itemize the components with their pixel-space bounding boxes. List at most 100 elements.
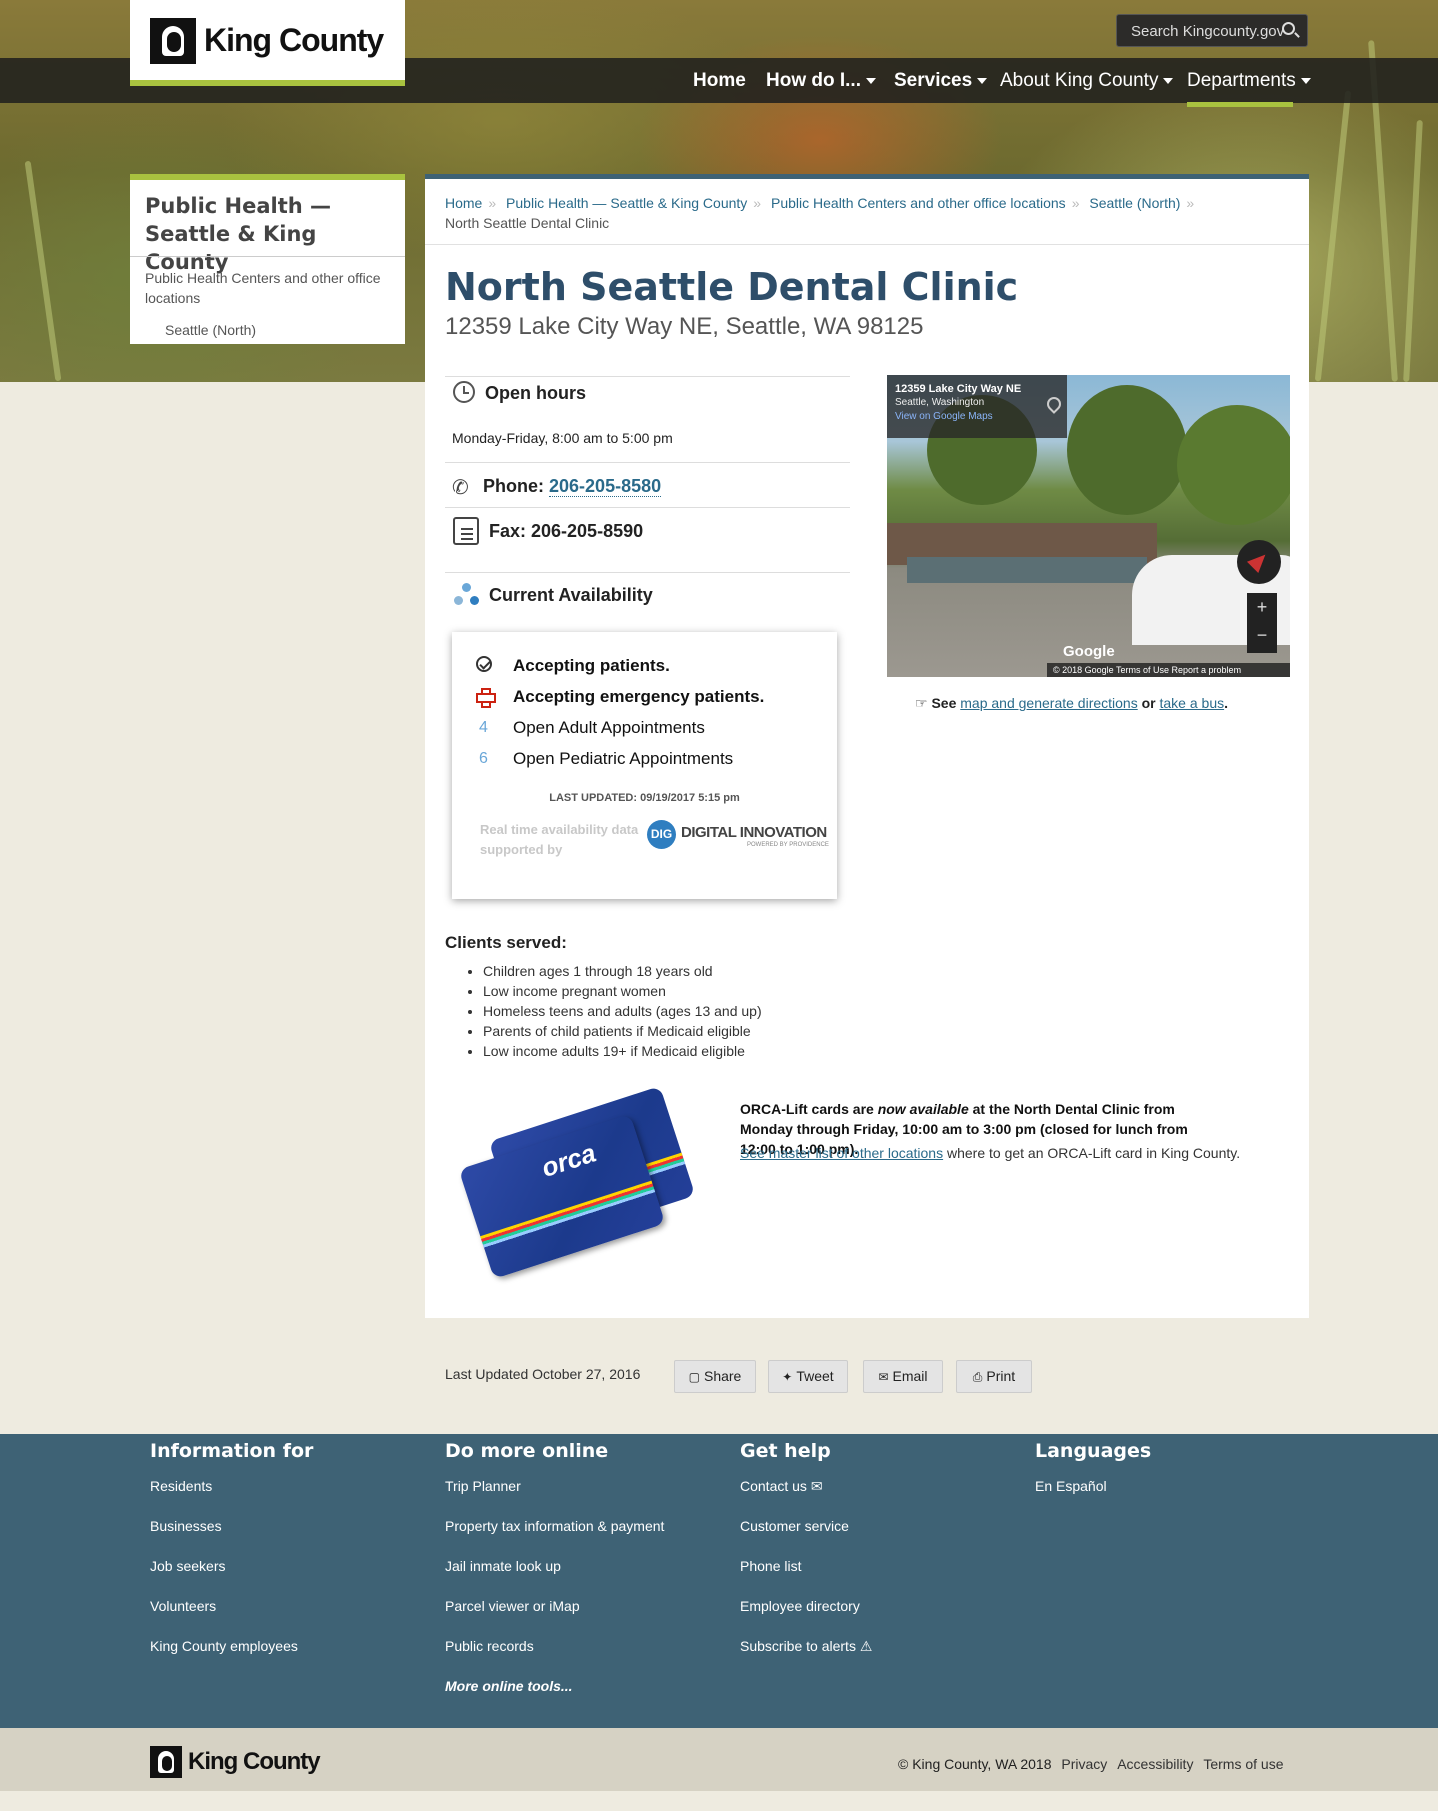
breadcrumb-health-centers[interactable]: Public Health Centers and other office l…: [771, 195, 1066, 211]
divider: [445, 507, 850, 508]
page-title: North Seattle Dental Clinic: [445, 265, 1019, 309]
check-circle-icon: [476, 656, 492, 672]
sidebar-item-health-centers[interactable]: Public Health Centers and other office l…: [145, 268, 385, 308]
street-view-map[interactable]: 12359 Lake City Way NE Seattle, Washingt…: [887, 375, 1290, 677]
see-label: See: [931, 695, 957, 711]
clients-heading: Clients served:: [445, 933, 567, 952]
nav-home[interactable]: Home: [693, 70, 746, 92]
availability-label: Current Availability: [489, 585, 653, 605]
footer-link[interactable]: Residents: [150, 1478, 313, 1518]
map-street: 12359 Lake City Way NE: [895, 383, 1022, 395]
breadcrumb-current: North Seattle Dental Clinic: [445, 215, 610, 231]
list-item: Children ages 1 through 18 years old: [483, 961, 762, 981]
availability-icon: [454, 583, 480, 607]
footer-link[interactable]: Public records: [445, 1638, 664, 1678]
tweet-button[interactable]: ✦ Tweet: [768, 1360, 848, 1393]
privacy-link[interactable]: Privacy: [1061, 1756, 1107, 1772]
digital-innovation-name: DIGITAL INNOVATION: [681, 824, 827, 841]
zoom-out-button[interactable]: −: [1247, 621, 1277, 649]
divider: [445, 572, 850, 573]
or-label: or: [1141, 695, 1156, 711]
availability-card: Accepting patients. Accepting emergency …: [452, 632, 837, 899]
medical-cross-icon: [476, 688, 496, 708]
view-on-google-maps-link[interactable]: View on Google Maps: [895, 411, 1029, 422]
map-pin-icon[interactable]: [1037, 375, 1067, 438]
list-item: Low income adults 19+ if Medicaid eligib…: [483, 1041, 762, 1061]
section-sidebar: Public Health — Seattle & King County Pu…: [130, 174, 405, 344]
footer-link-contact[interactable]: Contact us ✉: [740, 1478, 872, 1518]
footer-heading: Languages: [1035, 1440, 1152, 1462]
print-button[interactable]: ⎙ Print: [956, 1360, 1032, 1393]
nav-departments[interactable]: Departments: [1187, 70, 1311, 92]
printer-icon: ⎙: [972, 1370, 983, 1384]
main-content: Home» Public Health — Seattle & King Cou…: [425, 174, 1309, 1318]
phone-link[interactable]: 206-205-8580: [549, 476, 662, 497]
powered-by-providence: POWERED BY PROVIDENCE: [747, 842, 829, 848]
footer-link[interactable]: Phone list: [740, 1558, 872, 1598]
accessibility-link[interactable]: Accessibility: [1117, 1756, 1193, 1772]
footer-link[interactable]: Jail inmate look up: [445, 1558, 664, 1598]
footer-link[interactable]: King County employees: [150, 1638, 313, 1678]
search-input[interactable]: Search Kingcounty.gov: [1116, 14, 1308, 47]
footer-link[interactable]: Property tax information & payment: [445, 1518, 664, 1558]
footer-link-espanol[interactable]: En Español: [1035, 1478, 1151, 1518]
search-placeholder: Search Kingcounty.gov: [1131, 23, 1285, 40]
footer-link-more-tools[interactable]: More online tools...: [445, 1678, 664, 1718]
map-attribution[interactable]: © 2018 Google Terms of Use Report a prob…: [1047, 663, 1290, 677]
map-city: Seattle, Washington: [895, 397, 985, 408]
breadcrumb-home[interactable]: Home: [445, 195, 482, 211]
map-directions-link[interactable]: map and generate directions: [960, 695, 1137, 711]
king-county-logo-icon[interactable]: [150, 1746, 182, 1778]
pediatric-count: 6: [479, 750, 488, 767]
google-logo: Google: [1063, 643, 1115, 660]
sidebar-item-seattle-north[interactable]: Seattle (North): [165, 322, 256, 338]
copyright-line: © King County, WA 2018 Privacy Accessibi…: [898, 1756, 1283, 1772]
take-a-bus-link[interactable]: take a bus: [1160, 695, 1225, 711]
breadcrumb-seattle-north[interactable]: Seattle (North): [1089, 195, 1180, 211]
nav-services[interactable]: Services: [894, 70, 988, 92]
footer-link[interactable]: Employee directory: [740, 1598, 872, 1638]
logo-text: King County: [204, 22, 384, 58]
orca-card-image: orca: [452, 1086, 696, 1279]
nav-active-indicator: [1187, 102, 1293, 107]
compass-icon[interactable]: [1237, 540, 1281, 584]
digital-innovation-logo-icon: DIG: [647, 820, 676, 849]
share-button[interactable]: ▢ Share: [674, 1360, 756, 1393]
search-icon[interactable]: [1282, 22, 1295, 35]
orca-card-logo: orca: [537, 1137, 600, 1183]
clock-icon: [453, 381, 475, 403]
directions-line: ☞ See map and generate directions or tak…: [915, 695, 1228, 711]
copyright: © King County, WA 2018: [898, 1756, 1052, 1772]
nav-how-do-i[interactable]: How do I...: [766, 70, 876, 92]
zoom-in-button[interactable]: +: [1247, 593, 1277, 621]
orca-locations-link[interactable]: See master list of other locations: [740, 1145, 943, 1161]
clinic-address: 12359 Lake City Way NE, Seattle, WA 9812…: [445, 313, 924, 340]
footer-column-languages: Languages En Español: [1035, 1440, 1151, 1518]
footer-link-alerts[interactable]: Subscribe to alerts ⚠: [740, 1638, 872, 1678]
pediatric-appointments: Open Pediatric Appointments: [513, 749, 734, 768]
last-updated-availability: LAST UPDATED: 09/19/2017 5:15 pm: [549, 792, 740, 804]
nav-about[interactable]: About King County: [1000, 70, 1174, 92]
footer-link[interactable]: Businesses: [150, 1518, 313, 1558]
breadcrumb: Home» Public Health — Seattle & King Cou…: [445, 195, 1195, 231]
king-county-logo-icon: [150, 18, 196, 64]
accepting-emergency: Accepting emergency patients.: [513, 687, 765, 706]
footer-column-help: Get help Contact us ✉ Customer service P…: [740, 1440, 872, 1678]
footer-link[interactable]: Customer service: [740, 1518, 872, 1558]
sidebar-title[interactable]: Public Health — Seattle & King County: [145, 192, 395, 276]
breadcrumb-public-health[interactable]: Public Health — Seattle & King County: [506, 195, 747, 211]
divider: [130, 256, 405, 257]
footer-link[interactable]: Trip Planner: [445, 1478, 664, 1518]
chevron-down-icon: [977, 77, 988, 84]
chevron-down-icon: [1300, 77, 1311, 84]
facebook-icon: ▢: [688, 1370, 700, 1384]
footer-link[interactable]: Job seekers: [150, 1558, 313, 1598]
footer-link[interactable]: Parcel viewer or iMap: [445, 1598, 664, 1638]
zoom-controls: + −: [1247, 593, 1277, 653]
email-button[interactable]: ✉ Email: [863, 1360, 943, 1393]
terms-link[interactable]: Terms of use: [1203, 1756, 1283, 1772]
footer-link[interactable]: Volunteers: [150, 1598, 313, 1638]
open-hours-label: Open hours: [485, 383, 587, 403]
site-logo[interactable]: King County: [130, 0, 405, 86]
hand-pointer-icon: ☞: [915, 695, 928, 711]
